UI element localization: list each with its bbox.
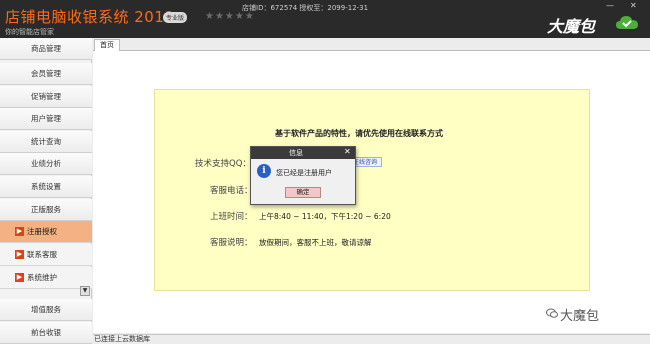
note-label: 客服说明： (210, 238, 253, 248)
sidebar-subitem-register[interactable]: ▶ 注册授权 (0, 221, 92, 243)
note-value: 放假期间，客服不上班，敬请谅解 (259, 238, 372, 247)
sidebar-item-users[interactable]: 用户管理 (0, 108, 92, 130)
hours-label: 上班时间： (210, 212, 253, 222)
brand-logo: 大魔包 (547, 17, 596, 36)
dialog-message: 您已经是注册用户 (276, 169, 332, 177)
app-title: 店铺电脑收银系统 2019 (5, 8, 175, 26)
sidebar-item-members[interactable]: 会员管理 (0, 63, 92, 85)
minimize-button[interactable]: — (606, 1, 614, 10)
info-dialog: 信息 ✕ i 您已经是注册用户 确定 (250, 146, 356, 205)
watermark-text: 大魔包 (560, 309, 600, 324)
sidebar: 商品管理 会员管理 促销管理 用户管理 统计查询 业绩分析 系统设置 正版服务 … (0, 38, 92, 344)
arrow-right-icon: ▶ (15, 273, 24, 282)
qq-label: 技术支持QQ： (195, 159, 251, 169)
sidebar-subitem-label: 系统维护 (27, 273, 57, 282)
wechat-icon (546, 308, 558, 318)
tab-home[interactable]: 首页 (94, 39, 120, 51)
scroll-down-button[interactable]: ▼ (80, 286, 90, 296)
hours-value: 上午8:40 ~ 11:40，下午1:20 ~ 6:20 (259, 212, 391, 221)
shop-info: 店铺ID：672574 授权至：2099-12-31 (242, 4, 369, 12)
sidebar-item-statistics[interactable]: 统计查询 (0, 131, 92, 153)
sidebar-subitem-label: 注册授权 (27, 227, 57, 236)
dialog-close-icon[interactable]: ✕ (344, 147, 351, 156)
sidebar-subitem-label: 联系客服 (27, 250, 57, 259)
panel-title: 基于软件产品的特性，请优先使用在线联系方式 (275, 129, 443, 138)
phone-label: 客服电话： (210, 186, 253, 196)
close-button[interactable]: ✕ (630, 1, 637, 10)
arrow-right-icon: ▶ (15, 227, 24, 236)
sidebar-subitem-maintenance[interactable]: ▶ 系统维护 (0, 267, 92, 289)
sidebar-item-products[interactable]: 商品管理 (0, 38, 92, 60)
dialog-header: 信息 ✕ (251, 147, 355, 159)
sidebar-item-settings[interactable]: 系统设置 (0, 176, 92, 198)
sidebar-item-performance[interactable]: 业绩分析 (0, 153, 92, 175)
sidebar-item-license-service[interactable]: 正版服务 (0, 199, 92, 221)
status-text: 已连接上云数据库 (94, 335, 150, 343)
app-slogan: 你的智能店管家 (5, 28, 54, 36)
dialog-ok-button[interactable]: 确定 (285, 187, 321, 198)
sidebar-item-value-added[interactable]: 增值服务 (0, 299, 92, 321)
title-bar: 店铺电脑收银系统 2019 专业版 ★★★★★ 店铺ID：672574 授权至：… (0, 0, 650, 38)
arrow-right-icon: ▶ (15, 250, 24, 259)
status-bar (93, 334, 650, 344)
sidebar-item-cashier[interactable]: 前台收银 (0, 322, 92, 344)
dialog-title: 信息 (289, 149, 303, 157)
info-icon: i (257, 164, 271, 178)
cloud-check-icon (616, 16, 638, 29)
sidebar-item-promotions[interactable]: 促销管理 (0, 86, 92, 108)
edition-badge: 专业版 (163, 12, 188, 23)
sidebar-subitem-support[interactable]: ▶ 联系客服 (0, 244, 92, 266)
